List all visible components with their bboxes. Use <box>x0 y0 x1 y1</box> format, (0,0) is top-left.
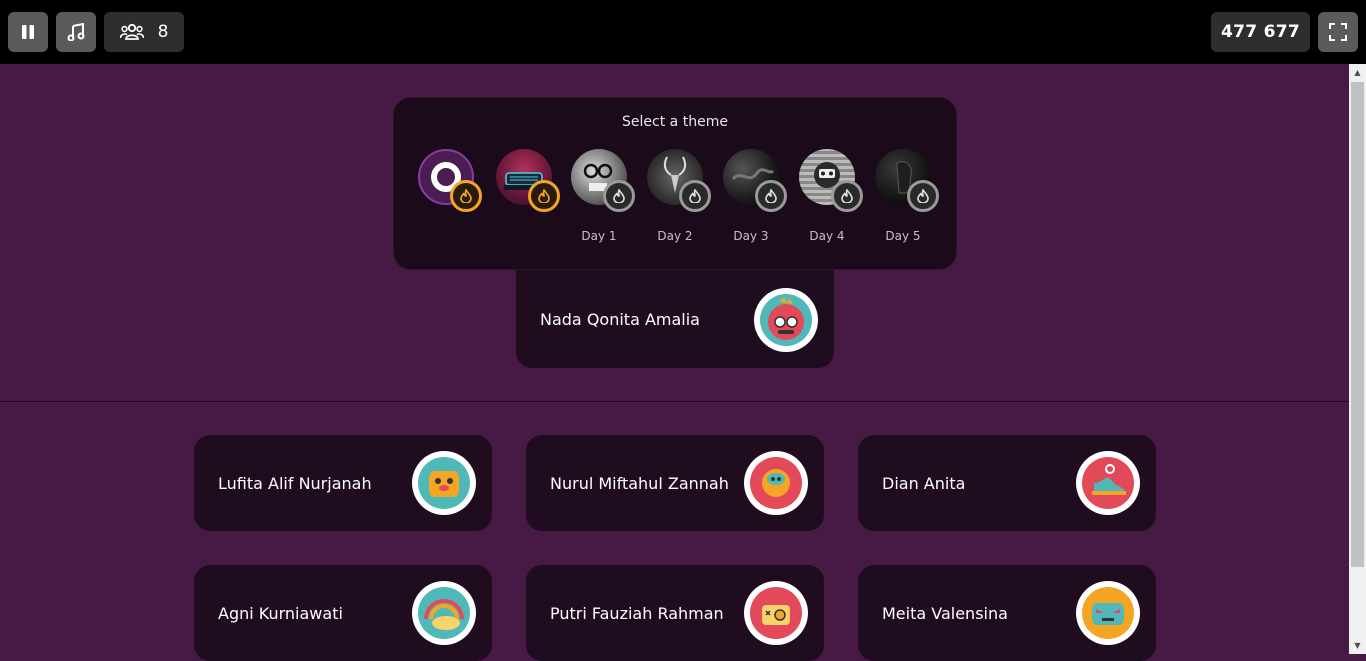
dog-avatar-icon <box>418 457 470 509</box>
player-card: Putri Fauziah Rahman <box>526 565 824 661</box>
monster-avatar-icon <box>760 294 812 346</box>
player-name: Dian Anita <box>882 473 966 493</box>
camera-avatar-icon <box>750 587 802 639</box>
scroll-down-arrow[interactable]: ▼ <box>1349 637 1366 654</box>
avatar <box>412 581 476 645</box>
theme-option-default[interactable] <box>418 149 482 212</box>
player-name: Agni Kurniawati <box>218 603 343 623</box>
pause-icon <box>22 25 34 39</box>
pause-button[interactable] <box>8 12 48 52</box>
player-count: 8 <box>157 22 169 42</box>
host-card: Nada Qonita Amalia <box>516 270 834 368</box>
theme-option-day-3[interactable] <box>723 149 787 212</box>
player-card: Agni Kurniawati <box>194 565 492 661</box>
player-card: Dian Anita <box>858 435 1156 531</box>
section-divider <box>0 401 1349 402</box>
flame-badge-icon <box>679 180 711 212</box>
users-icon <box>119 23 144 40</box>
flame-badge-icon <box>907 180 939 212</box>
player-name: Meita Valensina <box>882 603 1008 623</box>
theme-option-day-1[interactable] <box>571 149 635 212</box>
fullscreen-icon <box>1329 23 1347 41</box>
theme-option-day-4[interactable] <box>799 149 863 212</box>
theme-day-label: Day 2 <box>657 229 693 243</box>
top-bar: 8 477 677 <box>0 0 1366 64</box>
music-icon <box>67 23 85 41</box>
avatar <box>754 288 818 352</box>
rainbow-avatar-icon <box>418 587 470 639</box>
theme-day-label: Day 1 <box>581 229 617 243</box>
theme-option-neon-car[interactable] <box>496 149 560 212</box>
bird-avatar-icon <box>750 457 802 509</box>
scroll-thumb[interactable] <box>1351 82 1364 567</box>
avatar <box>1076 581 1140 645</box>
player-card: Meita Valensina <box>858 565 1156 661</box>
flame-badge-icon <box>450 180 482 212</box>
theme-day-label: Day 5 <box>885 229 921 243</box>
robot-avatar-icon <box>1082 587 1134 639</box>
flame-badge-icon <box>603 180 635 212</box>
theme-option-day-5[interactable] <box>875 149 939 212</box>
scroll-up-arrow[interactable]: ▲ <box>1349 64 1366 81</box>
player-name: Lufita Alif Nurjanah <box>218 473 372 493</box>
avatar <box>412 451 476 515</box>
players-button[interactable]: 8 <box>104 12 184 52</box>
score-display: 477 677 <box>1211 12 1310 52</box>
flame-badge-icon <box>831 180 863 212</box>
avatar <box>744 581 808 645</box>
player-card: Lufita Alif Nurjanah <box>194 435 492 531</box>
theme-day-label: Day 4 <box>809 229 845 243</box>
theme-option-day-2[interactable] <box>647 149 711 212</box>
theme-selector-panel: Select a theme Day 1 Day 2 Day 3 Day 4 D… <box>393 97 957 270</box>
scrollbar[interactable]: ▲ ▼ <box>1349 64 1366 654</box>
flame-badge-icon <box>755 180 787 212</box>
shoe-avatar-icon <box>1082 457 1134 509</box>
player-card: Nurul Miftahul Zannah <box>526 435 824 531</box>
theme-selector-title: Select a theme <box>622 114 728 130</box>
avatar <box>1076 451 1140 515</box>
fullscreen-button[interactable] <box>1318 12 1358 52</box>
music-button[interactable] <box>56 12 96 52</box>
flame-badge-icon <box>528 180 560 212</box>
avatar <box>744 451 808 515</box>
player-name: Nurul Miftahul Zannah <box>550 473 729 493</box>
host-name: Nada Qonita Amalia <box>540 309 700 329</box>
player-name: Putri Fauziah Rahman <box>550 603 724 623</box>
theme-day-label: Day 3 <box>733 229 769 243</box>
